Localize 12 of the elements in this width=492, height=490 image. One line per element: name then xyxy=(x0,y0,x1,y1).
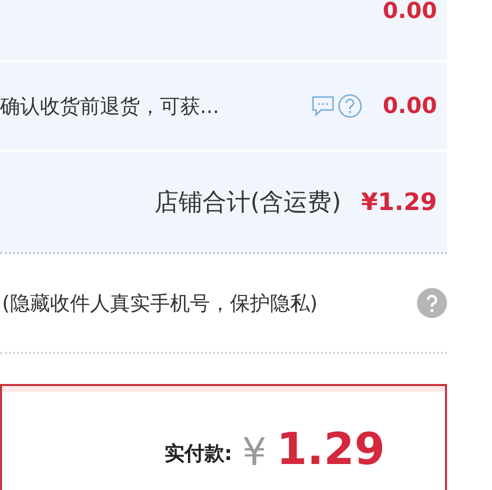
privacy-note: (隐藏收件人真实手机号，保护隐私) xyxy=(2,290,318,317)
shop-total-label: 店铺合计(含运费) xyxy=(154,187,342,218)
refund-note: 确认收货前退货，可获... xyxy=(0,93,220,120)
chat-icon[interactable] xyxy=(310,95,335,117)
help-icon[interactable] xyxy=(417,288,447,318)
payment-label: 实付款: xyxy=(164,440,232,467)
help-icon[interactable] xyxy=(336,93,363,119)
amount-text: 0.00 xyxy=(382,0,437,24)
shop-total-amount: ¥1.29 xyxy=(361,187,437,218)
payment-amount: 1.29 xyxy=(276,428,385,472)
currency-sign: ¥ xyxy=(242,432,266,472)
amount-text: 0.00 xyxy=(382,92,437,120)
